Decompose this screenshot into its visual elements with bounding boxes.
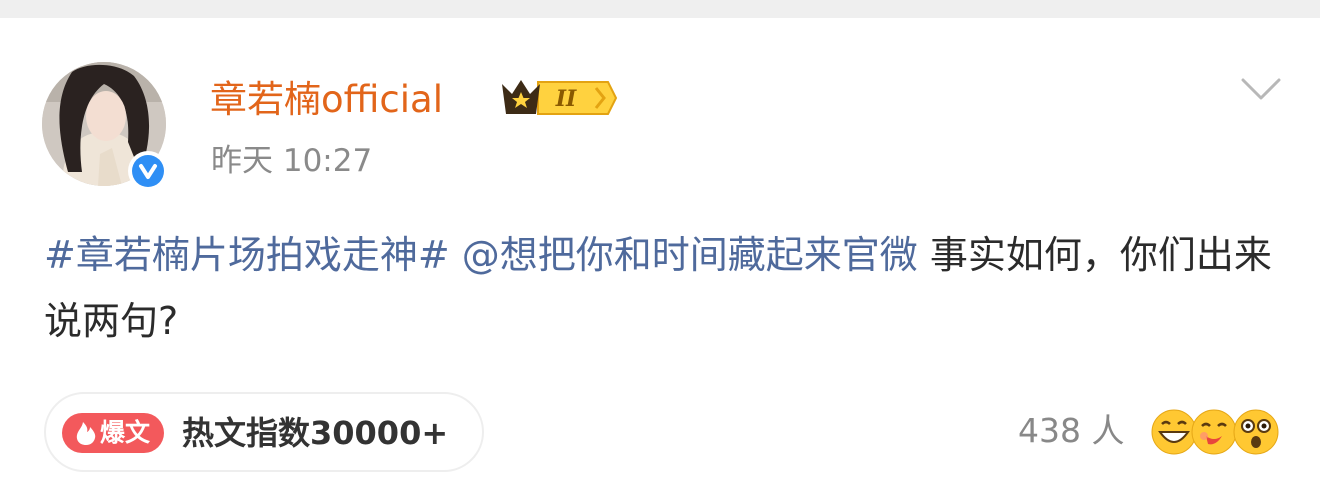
fire-icon <box>76 422 96 445</box>
vip-badge[interactable]: II <box>496 74 618 122</box>
laughing-emoji-icon <box>1151 409 1197 455</box>
hashtag-link[interactable]: #章若楠片场拍戏走神# <box>44 233 450 277</box>
reaction-emojis[interactable] <box>1150 406 1280 458</box>
surprised-emoji-icon <box>1233 409 1279 455</box>
hot-index-pill[interactable]: 爆文 热文指数30000+ <box>44 392 484 472</box>
vip-level: II <box>555 86 577 112</box>
post-content: #章若楠片场拍戏走神# @想把你和时间藏起来官微 事实如何，你们出来说两句? <box>44 222 1276 354</box>
hot-index-text: 热文指数30000+ <box>182 414 449 452</box>
top-divider <box>0 0 1320 18</box>
chevron-down-icon[interactable] <box>1240 76 1282 102</box>
kiss-emoji-icon <box>1191 409 1237 455</box>
hot-tag: 爆文 <box>62 413 164 453</box>
post-timestamp: 昨天 10:27 <box>211 143 373 179</box>
mention-link[interactable]: @想把你和时间藏起来官微 <box>462 233 918 277</box>
username[interactable]: 章若楠official <box>210 76 443 124</box>
reaction-count: 438 人 <box>1018 411 1125 450</box>
verified-badge-icon <box>128 151 168 191</box>
hot-tag-label: 爆文 <box>100 418 151 447</box>
